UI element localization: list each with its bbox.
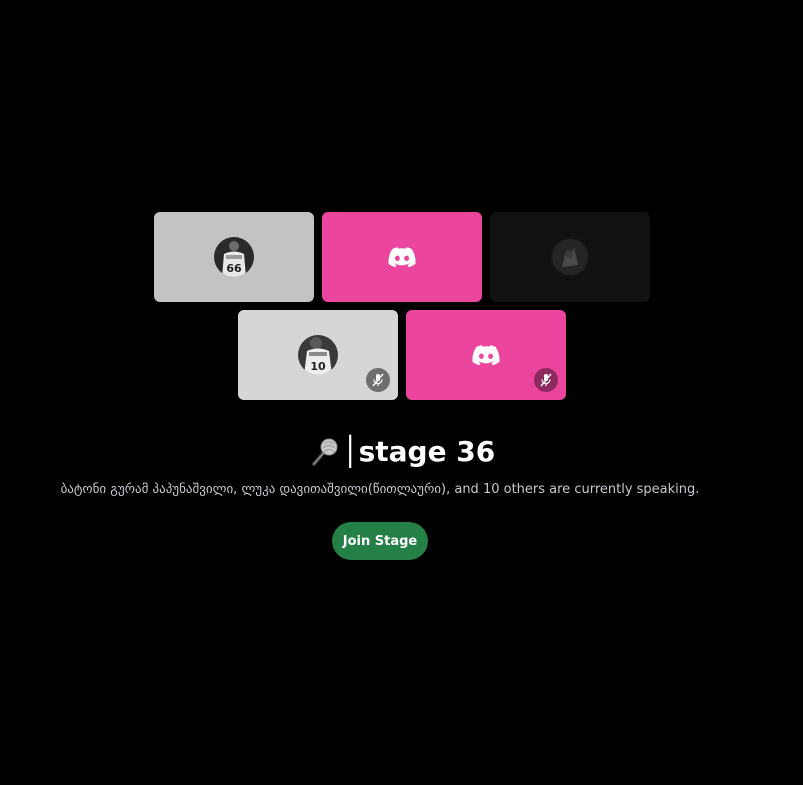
user-avatar: 66 xyxy=(213,237,254,277)
muted-microphone-icon xyxy=(365,368,390,392)
user-avatar: 10 xyxy=(297,335,338,375)
muted-microphone-icon xyxy=(533,368,558,392)
participant-tile[interactable] xyxy=(405,310,566,400)
participant-grid-row: 10 xyxy=(0,310,803,400)
jersey-number: 10 xyxy=(310,360,326,373)
discord-logo-icon xyxy=(387,247,416,268)
stage-title-text: │stage 36 xyxy=(341,435,496,468)
jersey-number: 66 xyxy=(226,262,242,275)
participant-tile[interactable]: 66 xyxy=(153,212,314,302)
stage-channel-view: 66 10 │stage 36 ბატონი გურამ პაპუნაშვილი… xyxy=(0,0,803,785)
participant-tile[interactable] xyxy=(489,212,650,302)
user-avatar xyxy=(549,237,590,277)
microphone-icon xyxy=(311,438,338,466)
stage-title: │stage 36 xyxy=(0,428,803,476)
discord-logo-icon xyxy=(471,345,500,366)
speaking-status-text: ბატონი გურამ პაპუნაშვილი, ლუკა დავითაშვი… xyxy=(60,482,700,497)
participant-tile[interactable] xyxy=(321,212,482,302)
participant-grid-row: 66 xyxy=(0,212,803,302)
join-stage-button[interactable]: Join Stage xyxy=(332,522,428,560)
participant-tile[interactable]: 10 xyxy=(237,310,398,400)
